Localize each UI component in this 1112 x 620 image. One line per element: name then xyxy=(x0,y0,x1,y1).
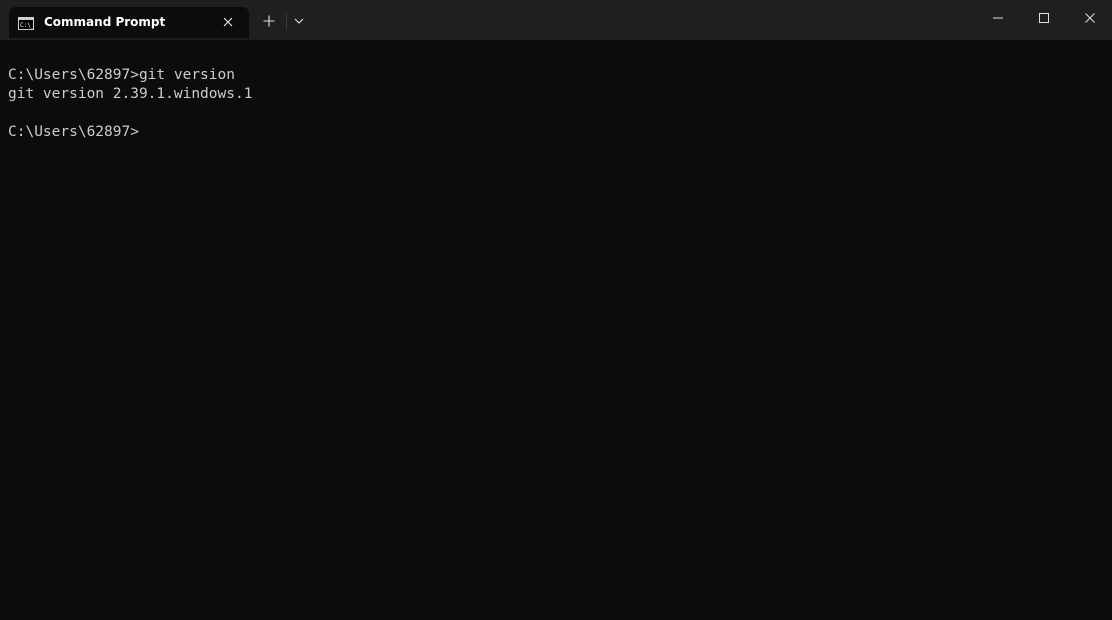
terminal-lines: C:\Users\62897>git version git version 2… xyxy=(8,66,252,142)
terminal-output[interactable]: C:\Users\62897>git version git version 2… xyxy=(0,40,1112,620)
title-bar[interactable]: C:\_ Command Prompt xyxy=(0,0,1112,40)
tab-separator xyxy=(286,13,287,29)
profile-dropdown-button[interactable] xyxy=(289,9,309,33)
cmd-icon: C:\_ xyxy=(18,15,35,30)
close-window-button[interactable] xyxy=(1067,0,1112,36)
tab-title: Command Prompt xyxy=(44,15,166,29)
new-tab-button[interactable] xyxy=(256,9,282,33)
terminal-line: C:\Users\62897>git version xyxy=(8,67,235,83)
svg-text:C:\_: C:\_ xyxy=(20,22,34,29)
maximize-button[interactable] xyxy=(1021,0,1067,36)
terminal-window: C:\_ Command Prompt C:\Users\62897>git v… xyxy=(0,0,1112,620)
minimize-button[interactable] xyxy=(975,0,1021,36)
terminal-prompt-line: C:\Users\62897> xyxy=(8,124,139,140)
close-icon xyxy=(1085,13,1095,23)
terminal-line: git version 2.39.1.windows.1 xyxy=(8,86,253,102)
maximize-icon xyxy=(1039,13,1049,23)
chevron-down-icon xyxy=(294,18,304,24)
plus-icon xyxy=(263,15,275,27)
close-icon xyxy=(223,17,233,27)
tab-command-prompt[interactable]: C:\_ Command Prompt xyxy=(9,7,249,38)
minimize-icon xyxy=(993,17,1003,19)
tab-close-button[interactable] xyxy=(219,13,237,31)
